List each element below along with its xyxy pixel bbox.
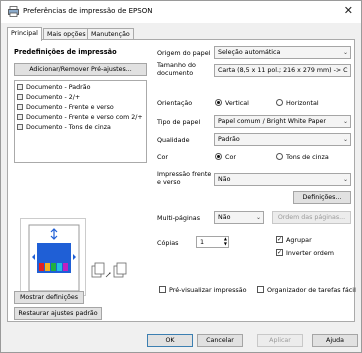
add-remove-presets-button[interactable]: Adicionar/Remover Pré-ajustes... bbox=[14, 63, 147, 76]
reverse-order-checkbox[interactable]: ✓ bbox=[276, 249, 283, 256]
ok-button[interactable]: OK bbox=[147, 334, 193, 347]
document-size-select[interactable]: Carta (8,5 x 11 pol.; 216 x 279 mm) -> C bbox=[214, 64, 351, 77]
chevron-down-icon: ⌄ bbox=[342, 176, 348, 183]
list-item[interactable]: Documento - Tons de cinza bbox=[17, 124, 111, 133]
copies-label: Cópias bbox=[157, 239, 179, 247]
paper-source-select[interactable]: Seleção automática ⌄ bbox=[214, 46, 351, 59]
duplex-select[interactable]: Não ⌄ bbox=[214, 173, 351, 186]
collate-label: Agrupar bbox=[286, 236, 312, 244]
list-item[interactable]: Documento - Frente e verso bbox=[17, 104, 114, 113]
paper-type-select[interactable]: Papel comum / Bright White Paper ⌄ bbox=[214, 115, 351, 128]
orientation-label: Orientação bbox=[157, 99, 193, 107]
apply-button[interactable]: Aplicar bbox=[257, 334, 303, 347]
document-preset-icon bbox=[17, 124, 23, 130]
quality-label: Qualidade bbox=[157, 136, 190, 144]
orientation-horizontal-radio[interactable] bbox=[276, 99, 283, 106]
stepper-arrows-icon[interactable]: ▲ ▼ bbox=[224, 236, 227, 246]
color-color-label: Cor bbox=[225, 153, 236, 161]
list-item[interactable]: Documento - 2/+ bbox=[17, 94, 80, 103]
paper-source-label: Origem do papel bbox=[157, 49, 211, 57]
main-panel: Predefinições de impressão Adicionar/Rem… bbox=[7, 39, 356, 322]
list-item[interactable]: Documento - Padrão bbox=[17, 84, 90, 93]
quality-select[interactable]: Padrão ⌄ bbox=[214, 133, 351, 146]
cancel-button[interactable]: Cancelar bbox=[197, 334, 243, 347]
title-bar: Preferências de impressão de EPSON ✕ bbox=[1, 1, 361, 23]
window-title: Preferências de impressão de EPSON bbox=[23, 7, 153, 15]
paper-type-label: Tipo de papel bbox=[157, 118, 201, 126]
orientation-vertical-radio[interactable] bbox=[215, 99, 222, 106]
document-preset-icon bbox=[17, 94, 23, 100]
chevron-down-icon: ⌄ bbox=[342, 136, 348, 143]
color-grayscale-label: Tons de cinza bbox=[286, 153, 329, 161]
page-preview bbox=[20, 218, 86, 296]
duplex-label: Impressão frente e verso bbox=[157, 170, 212, 186]
job-arranger-label: Organizador de tarefas fácil bbox=[267, 286, 356, 294]
presets-list[interactable]: Documento - Padrão Documento - 2/+ Docum… bbox=[14, 80, 147, 163]
duplex-definitions-button[interactable]: Definições... bbox=[293, 191, 351, 204]
multipage-select[interactable]: Não ⌄ bbox=[214, 211, 264, 224]
reverse-order-label: Inverter ordem bbox=[286, 249, 335, 257]
page-preview-graphic bbox=[28, 224, 80, 292]
color-label: Cor bbox=[157, 153, 168, 161]
print-output-icon bbox=[91, 262, 127, 278]
document-size-label: Tamanho do documento bbox=[157, 61, 196, 77]
chevron-down-icon: ⌄ bbox=[342, 49, 348, 56]
document-preset-icon bbox=[17, 104, 23, 110]
page-order-button[interactable]: Ordem das páginas... bbox=[272, 211, 351, 224]
collate-checkbox[interactable]: ✓ bbox=[276, 236, 283, 243]
chevron-down-icon: ⌄ bbox=[342, 118, 348, 125]
orientation-horizontal-label: Horizontal bbox=[286, 99, 319, 107]
multipage-label: Multi-páginas bbox=[157, 214, 201, 222]
restore-defaults-button[interactable]: Restaurar ajustes padrão bbox=[14, 307, 102, 320]
document-preset-icon bbox=[17, 84, 23, 90]
job-arranger-checkbox[interactable] bbox=[257, 286, 264, 293]
help-button[interactable]: Ajuda bbox=[312, 334, 358, 347]
color-color-radio[interactable] bbox=[215, 153, 222, 160]
printer-icon bbox=[8, 6, 19, 17]
show-settings-button[interactable]: Mostrar definições bbox=[14, 291, 84, 304]
document-preset-icon bbox=[17, 114, 23, 120]
color-grayscale-radio[interactable] bbox=[276, 153, 283, 160]
copies-value: 1 bbox=[200, 238, 205, 246]
copies-stepper[interactable]: 1 ▲ ▼ bbox=[196, 236, 229, 248]
print-preview-checkbox[interactable] bbox=[159, 286, 166, 293]
printer-preferences-window: Preferências de impressão de EPSON ✕ Pri… bbox=[0, 0, 362, 353]
presets-heading: Predefinições de impressão bbox=[14, 48, 117, 56]
chevron-down-icon: ⌄ bbox=[255, 214, 261, 221]
tab-principal[interactable]: Principal bbox=[7, 27, 42, 41]
print-preview-label: Pré-visualizar impressão bbox=[169, 286, 247, 294]
list-item[interactable]: Documento - Frente e verso com 2/+ bbox=[17, 114, 143, 123]
close-icon[interactable]: ✕ bbox=[344, 4, 353, 17]
orientation-vertical-label: Vertical bbox=[225, 99, 249, 107]
